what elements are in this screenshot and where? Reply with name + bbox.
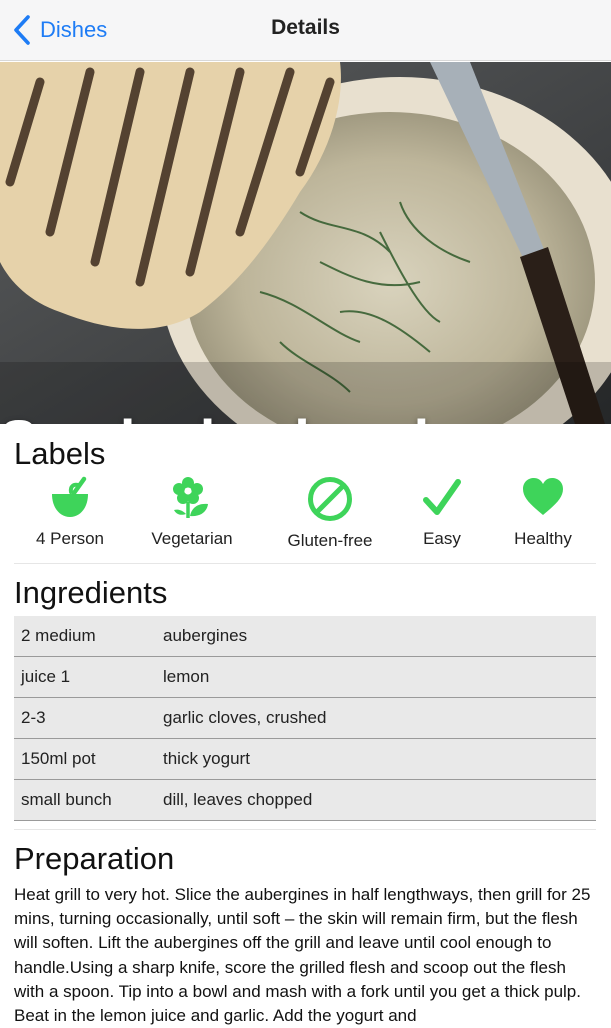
ingredient-name: dill, leaves chopped <box>163 790 313 809</box>
checkmark-icon <box>423 479 461 515</box>
labels-heading: Labels <box>14 436 106 471</box>
labels-row: 4 Person Vegetarian Gluten-free Easy Hea… <box>14 476 596 556</box>
divider <box>14 829 596 830</box>
preparation-heading: Preparation <box>14 841 175 876</box>
ingredient-quantity: small bunch <box>21 790 112 809</box>
heart-icon <box>523 478 563 515</box>
ingredients-heading: Ingredients <box>14 575 168 610</box>
table-row: 2-3 garlic cloves, crushed <box>14 698 596 739</box>
preparation-text: Heat grill to very hot. Slice the auberg… <box>14 885 591 1026</box>
ingredient-quantity: 2 medium <box>21 626 96 645</box>
ingredients-table: 2 medium aubergines juice 1 lemon 2-3 ga… <box>14 616 596 821</box>
ingredient-name: thick yogurt <box>163 749 250 768</box>
label-text: 4 Person <box>35 529 105 548</box>
label-text: Vegetarian <box>151 529 233 548</box>
ingredient-name: garlic cloves, crushed <box>163 708 327 727</box>
page-title: Details <box>271 16 340 39</box>
table-row: small bunch dill, leaves chopped <box>14 780 596 821</box>
table-row: juice 1 lemon <box>14 657 596 698</box>
ingredient-quantity: 2-3 <box>21 708 46 727</box>
dish-photo-illustration <box>0 62 611 424</box>
dish-title: Smoked aubergine <box>0 407 494 424</box>
label-text: Gluten-free <box>287 531 373 550</box>
table-row: 150ml pot thick yogurt <box>14 739 596 780</box>
label-text: Healthy <box>514 529 572 548</box>
table-row: 2 medium aubergines <box>14 616 596 657</box>
label-gluten-free: Gluten-free <box>278 476 382 551</box>
label-healthy: Healthy <box>504 476 582 549</box>
dish-photo: Smoked aubergine <box>0 62 611 424</box>
label-servings: 4 Person <box>14 476 126 549</box>
no-sign-icon <box>308 477 352 521</box>
ingredient-quantity: 150ml pot <box>21 749 96 768</box>
ingredient-name: aubergines <box>163 626 248 645</box>
ingredient-quantity: juice 1 <box>21 667 71 686</box>
label-easy: Easy <box>414 476 470 549</box>
bowl-icon <box>52 476 88 517</box>
ingredient-name: lemon <box>163 667 210 686</box>
label-text: Easy <box>423 529 461 548</box>
navigation-bar: Dishes Details <box>0 0 611 61</box>
divider <box>14 563 596 564</box>
label-vegetarian: Vegetarian <box>140 476 244 549</box>
flower-icon <box>173 477 208 518</box>
